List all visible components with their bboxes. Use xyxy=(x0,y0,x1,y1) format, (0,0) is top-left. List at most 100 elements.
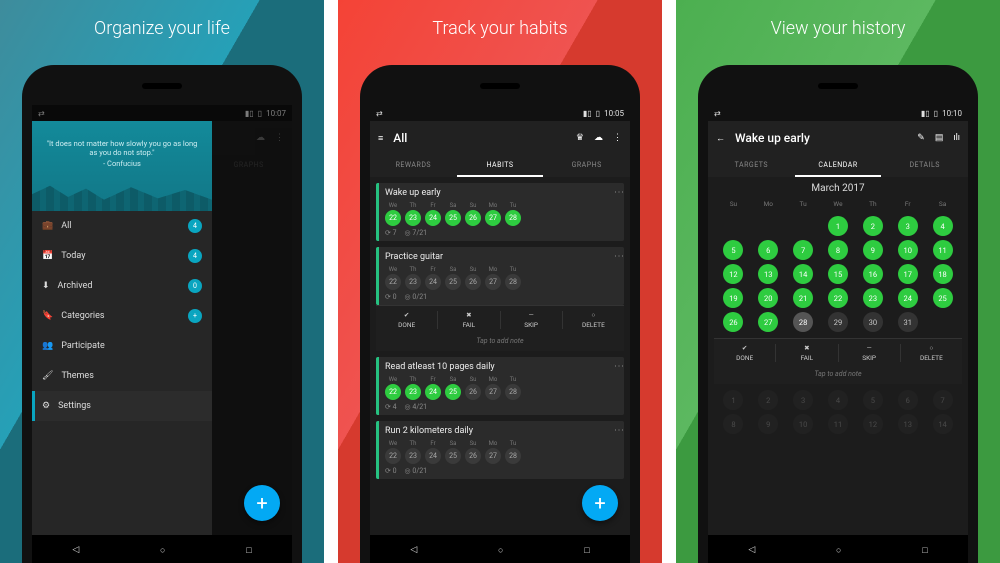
calendar-day[interactable]: 14 xyxy=(793,264,813,284)
habit-day-dot[interactable]: 26 xyxy=(465,274,481,290)
add-note-hint[interactable]: Tap to add note xyxy=(714,367,962,384)
calendar-day[interactable]: 29 xyxy=(828,312,848,332)
home-button[interactable]: ○ xyxy=(498,545,503,556)
home-button[interactable]: ○ xyxy=(836,545,841,556)
home-button[interactable]: ○ xyxy=(160,545,165,556)
calendar-day[interactable]: 10 xyxy=(898,240,918,260)
overflow-icon[interactable]: ⋮ xyxy=(616,251,620,261)
habit-day-dot[interactable]: 27 xyxy=(485,274,501,290)
calendar-day[interactable]: 25 xyxy=(933,288,953,308)
habit-day-dot[interactable]: 28 xyxy=(505,448,521,464)
habit-card[interactable]: Wake up early⋮We22Th23Fr24Sa25Su26Mo27Tu… xyxy=(376,183,624,241)
habit-day-dot[interactable]: 24 xyxy=(425,448,441,464)
action-fail[interactable]: ✖FAIL xyxy=(776,344,838,362)
cloud-icon[interactable]: ☁ xyxy=(594,133,603,143)
calendar-day[interactable]: 4 xyxy=(933,216,953,236)
overflow-icon[interactable]: ⋮ xyxy=(613,133,622,143)
calendar-day[interactable]: 22 xyxy=(828,288,848,308)
habit-day-dot[interactable]: 27 xyxy=(485,448,501,464)
calendar-day[interactable]: 1 xyxy=(828,216,848,236)
calendar-day[interactable]: 31 xyxy=(898,312,918,332)
habit-day-dot[interactable]: 27 xyxy=(485,384,501,400)
tab-habits[interactable]: HABITS xyxy=(457,155,544,177)
action-done[interactable]: ✔DONE xyxy=(714,344,776,362)
add-note-hint[interactable]: Tap to add note xyxy=(376,334,624,351)
overflow-icon[interactable]: ⋮ xyxy=(616,425,620,435)
habit-day-dot[interactable]: 23 xyxy=(405,210,421,226)
drawer-item-participate[interactable]: 👥Participate xyxy=(32,331,212,361)
tab-rewards[interactable]: REWARDS xyxy=(370,155,457,177)
calendar-day[interactable]: 23 xyxy=(863,288,883,308)
calendar-day[interactable]: 28 xyxy=(793,312,813,332)
back-button[interactable]: ◁ xyxy=(748,545,755,555)
habit-day-dot[interactable]: 23 xyxy=(405,274,421,290)
habit-day-dot[interactable]: 22 xyxy=(385,448,401,464)
calendar-day[interactable]: 21 xyxy=(793,288,813,308)
overflow-icon[interactable]: ⋮ xyxy=(616,187,620,197)
drawer-item-all[interactable]: 💼All4 xyxy=(32,211,212,241)
calendar-day[interactable]: 16 xyxy=(863,264,883,284)
calendar-day[interactable]: 26 xyxy=(723,312,743,332)
tab-calendar[interactable]: CALENDAR xyxy=(795,155,882,177)
action-delete[interactable]: ○DELETE xyxy=(901,344,962,362)
crown-icon[interactable]: ♛ xyxy=(576,133,584,143)
habit-day-dot[interactable]: 26 xyxy=(465,384,481,400)
action-delete[interactable]: ○DELETE xyxy=(563,311,624,329)
habit-day-dot[interactable]: 22 xyxy=(385,384,401,400)
fab-add[interactable]: + xyxy=(582,485,618,521)
habit-day-dot[interactable]: 25 xyxy=(445,210,461,226)
action-fail[interactable]: ✖FAIL xyxy=(438,311,500,329)
habit-day-dot[interactable]: 22 xyxy=(385,274,401,290)
fab-add[interactable]: + xyxy=(244,485,280,521)
overflow-icon[interactable]: ⋮ xyxy=(616,361,620,371)
habit-day-dot[interactable]: 27 xyxy=(485,210,501,226)
tab-details[interactable]: DETAILS xyxy=(881,155,968,177)
habit-day-dot[interactable]: 26 xyxy=(465,448,481,464)
habit-day-dot[interactable]: 25 xyxy=(445,448,461,464)
habit-day-dot[interactable]: 22 xyxy=(385,210,401,226)
back-button[interactable]: ◁ xyxy=(72,545,79,555)
habit-card[interactable]: Run 2 kilometers daily⋮We22Th23Fr24Sa25S… xyxy=(376,421,624,479)
habit-day-dot[interactable]: 24 xyxy=(425,274,441,290)
action-done[interactable]: ✔DONE xyxy=(376,311,438,329)
calendar-day[interactable]: 2 xyxy=(863,216,883,236)
habit-day-dot[interactable]: 28 xyxy=(505,384,521,400)
recents-button[interactable]: □ xyxy=(584,545,589,556)
drawer-item-themes[interactable]: 🖌Themes xyxy=(32,361,212,391)
calendar-day[interactable]: 24 xyxy=(898,288,918,308)
calendar-day[interactable]: 17 xyxy=(898,264,918,284)
habit-card[interactable]: Practice guitar⋮We22Th23Fr24Sa25Su26Mo27… xyxy=(376,247,624,305)
habit-day-dot[interactable]: 24 xyxy=(425,210,441,226)
calendar-day[interactable]: 27 xyxy=(758,312,778,332)
calendar-day[interactable]: 8 xyxy=(828,240,848,260)
calendar-day[interactable]: 12 xyxy=(723,264,743,284)
calendar-day[interactable]: 5 xyxy=(723,240,743,260)
pencil-icon[interactable]: ✎ xyxy=(917,133,925,143)
calendar-day[interactable]: 20 xyxy=(758,288,778,308)
calendar-day[interactable]: 6 xyxy=(758,240,778,260)
calendar-day[interactable]: 19 xyxy=(723,288,743,308)
habit-card[interactable]: Read atleast 10 pages daily⋮We22Th23Fr24… xyxy=(376,357,624,415)
action-skip[interactable]: —SKIP xyxy=(501,311,563,329)
habit-day-dot[interactable]: 23 xyxy=(405,448,421,464)
back-button[interactable]: ◁ xyxy=(410,545,417,555)
back-icon[interactable]: ← xyxy=(716,133,725,144)
drawer-item-categories[interactable]: 🔖Categories+ xyxy=(32,301,212,331)
calendar-day[interactable]: 11 xyxy=(933,240,953,260)
note-icon[interactable]: ▤ xyxy=(935,133,944,143)
calendar-day[interactable]: 30 xyxy=(863,312,883,332)
habit-day-dot[interactable]: 25 xyxy=(445,274,461,290)
drawer-item-settings[interactable]: ⚙Settings xyxy=(32,391,212,421)
recents-button[interactable]: □ xyxy=(246,545,251,556)
habit-day-dot[interactable]: 23 xyxy=(405,384,421,400)
calendar-day[interactable]: 15 xyxy=(828,264,848,284)
drawer-item-archived[interactable]: ⬇Archived0 xyxy=(32,271,212,301)
tab-graphs[interactable]: GRAPHS xyxy=(543,155,630,177)
habit-day-dot[interactable]: 25 xyxy=(445,384,461,400)
recents-button[interactable]: □ xyxy=(922,545,927,556)
habit-day-dot[interactable]: 26 xyxy=(465,210,481,226)
calendar-day[interactable]: 13 xyxy=(758,264,778,284)
stats-icon[interactable]: ılı xyxy=(953,133,960,143)
tab-targets[interactable]: TARGETS xyxy=(708,155,795,177)
calendar-day[interactable]: 18 xyxy=(933,264,953,284)
